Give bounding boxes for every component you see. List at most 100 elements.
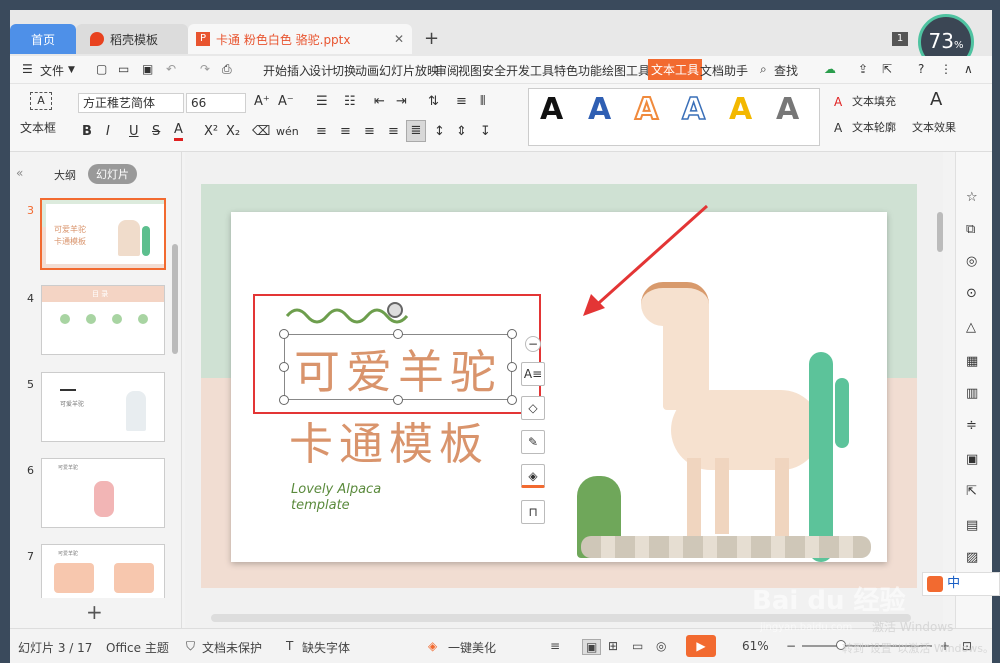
ime-indicator[interactable]: 中 xyxy=(922,572,1000,596)
text-effect-button[interactable]: 文本效果 xyxy=(912,118,956,138)
spacing-after-icon[interactable]: ↧ xyxy=(480,122,491,142)
text-fill-icon[interactable]: A xyxy=(834,92,842,112)
menu-search[interactable]: 查找 xyxy=(774,62,798,79)
slide-thumb-3[interactable]: 可爱羊驼 卡通模板 xyxy=(40,198,166,270)
share-icon[interactable]: ⇪ xyxy=(858,62,868,76)
text-direction-icon[interactable]: ⇅ xyxy=(428,92,439,112)
font-family-select[interactable]: 方正稚艺简体 xyxy=(78,93,184,113)
slide-subtitle[interactable]: 卡通模板 xyxy=(289,408,489,472)
wordart-orange-outline[interactable]: A xyxy=(634,91,659,128)
archive-tool-icon[interactable]: ▤ xyxy=(966,516,978,536)
zoom-level[interactable]: 61% xyxy=(742,639,769,653)
wordart-blue[interactable]: A xyxy=(588,92,611,127)
menu-security[interactable]: 安全 xyxy=(482,62,506,79)
align-left-icon[interactable]: ≡ xyxy=(316,122,327,142)
grow-font-icon[interactable]: A⁺ xyxy=(254,92,270,112)
menu-drawing-tools[interactable]: 绘图工具 xyxy=(602,62,650,79)
menu-start[interactable]: 开始 xyxy=(263,62,287,79)
subscript-icon[interactable]: X₂ xyxy=(226,122,240,142)
justify-icon[interactable]: ≡ xyxy=(388,122,399,142)
text-outline-icon[interactable]: A xyxy=(834,118,842,138)
menu-design[interactable]: 设计 xyxy=(309,62,333,79)
wordart-blue-outline[interactable]: A xyxy=(681,91,706,128)
save-icon[interactable]: ▣ xyxy=(142,62,153,76)
font-size-select[interactable]: 66 xyxy=(186,93,246,113)
shrink-font-icon[interactable]: A⁻ xyxy=(278,92,294,112)
textbox-icon[interactable]: A xyxy=(30,92,52,110)
align-center-icon[interactable]: ≡ xyxy=(340,122,351,142)
normal-view-icon[interactable]: ▣ xyxy=(582,639,602,655)
text-fill-button[interactable]: 文本填充 xyxy=(852,92,896,112)
increase-indent-icon[interactable]: ⇥ xyxy=(396,92,407,112)
cloud-sync-icon[interactable]: ☁ xyxy=(824,62,836,76)
tab-file[interactable]: P 卡通 粉色白色 骆驼.pptx ✕ xyxy=(188,24,412,54)
missing-font[interactable]: 缺失字体 xyxy=(302,639,350,656)
clear-format-icon[interactable]: ⌫ xyxy=(252,122,270,142)
wordart-black[interactable]: A xyxy=(540,92,563,127)
slide-thumb-6[interactable]: 可爱羊驼 xyxy=(41,458,165,528)
sorter-view-icon[interactable]: ⊞ xyxy=(608,639,618,653)
menu-transition[interactable]: 切换 xyxy=(332,62,356,79)
export-tool-icon[interactable]: ⇱ xyxy=(966,482,977,502)
hamburger-icon[interactable]: ☰ xyxy=(22,62,33,76)
menu-animation[interactable]: 动画 xyxy=(355,62,379,79)
italic-button[interactable]: I xyxy=(106,122,110,142)
notes-icon[interactable]: ≡ xyxy=(550,639,560,653)
english-line-1[interactable]: Lovely Alpaca xyxy=(291,482,381,497)
add-slide-button[interactable]: + xyxy=(86,600,103,624)
decrease-indent-icon[interactable]: ⇤ xyxy=(374,92,385,112)
slide-thumb-7[interactable]: 可爱羊驼 xyxy=(41,544,165,598)
new-doc-icon[interactable]: ▢ xyxy=(96,62,107,76)
close-tab-icon[interactable]: ✕ xyxy=(394,32,404,46)
text-outline-button[interactable]: 文本轮廓 xyxy=(852,118,896,138)
collapse-ribbon-icon[interactable]: ∧ xyxy=(964,62,973,76)
panel-scrollbar[interactable] xyxy=(172,244,178,354)
slide-thumb-4[interactable]: 目 录 xyxy=(41,285,165,355)
menu-review[interactable]: 审阅 xyxy=(435,62,459,79)
help-icon[interactable]: ? xyxy=(918,62,924,76)
protect-status[interactable]: 文档未保护 xyxy=(202,639,262,656)
menu-text-tools[interactable]: 文本工具 xyxy=(648,59,703,80)
chart-tool-icon[interactable]: ▥ xyxy=(966,384,978,404)
search-icon[interactable]: ⌕ xyxy=(760,62,767,77)
pen-float-icon[interactable]: ✎ xyxy=(521,430,545,454)
more-icon[interactable]: ⋮ xyxy=(940,62,952,76)
superscript-icon[interactable]: X² xyxy=(204,122,218,142)
strikethrough-button[interactable]: S xyxy=(152,122,160,142)
columns-icon[interactable]: ⫴ xyxy=(480,92,485,112)
menu-slideshow[interactable]: 幻灯片放映 xyxy=(379,62,439,79)
image-tool-icon[interactable]: ▨ xyxy=(966,548,978,568)
collapse-panel-icon[interactable]: « xyxy=(16,166,23,180)
fill-float-icon[interactable]: ◈ xyxy=(521,464,545,488)
align-text-icon[interactable]: ≡ xyxy=(456,92,467,112)
theme-name[interactable]: Office 主题 xyxy=(106,639,169,656)
grid-tool-icon[interactable]: ▦ xyxy=(966,352,978,372)
presenter-view-icon[interactable]: ◎ xyxy=(656,639,666,653)
menu-file[interactable]: 文件 xyxy=(40,62,64,79)
font-color-icon[interactable]: A xyxy=(174,122,183,141)
copy-tool-icon[interactable]: ⧉ xyxy=(966,220,975,240)
open-folder-icon[interactable]: ▭ xyxy=(118,62,129,76)
textbox-button[interactable]: 文本框 xyxy=(20,118,56,138)
one-click-beautify[interactable]: 一键美化 xyxy=(448,639,496,656)
new-tab-button[interactable]: + xyxy=(424,28,439,49)
collapse-float-icon[interactable]: − xyxy=(525,336,541,352)
settings-tool-icon[interactable]: ≑ xyxy=(966,416,977,436)
tab-slides[interactable]: 幻灯片 xyxy=(88,164,137,184)
tab-outline[interactable]: 大纲 xyxy=(54,167,76,183)
redo-icon[interactable]: ↷ xyxy=(200,62,210,76)
line-spacing-icon[interactable]: ↕ xyxy=(434,122,445,142)
print-icon[interactable]: ⎙ xyxy=(222,62,232,77)
wordart-gold[interactable]: A xyxy=(729,92,752,127)
undo-icon[interactable]: ↶ xyxy=(166,62,176,76)
tab-home[interactable]: 首页 xyxy=(10,24,76,54)
menu-doc-assistant[interactable]: 文档助手 xyxy=(700,62,748,79)
menu-features[interactable]: 特色功能 xyxy=(554,62,602,79)
frame-float-icon[interactable]: ⊓ xyxy=(521,500,545,524)
slide-thumb-5[interactable]: 可爱羊驼 xyxy=(41,372,165,442)
zoom-out-icon[interactable]: − xyxy=(786,639,796,653)
tab-docer[interactable]: 稻壳模板 xyxy=(76,24,188,54)
paragraph-spacing-icon[interactable]: ⇕ xyxy=(456,122,467,142)
menu-insert[interactable]: 插入 xyxy=(287,62,311,79)
star-tool-icon[interactable]: ☆ xyxy=(966,188,978,208)
